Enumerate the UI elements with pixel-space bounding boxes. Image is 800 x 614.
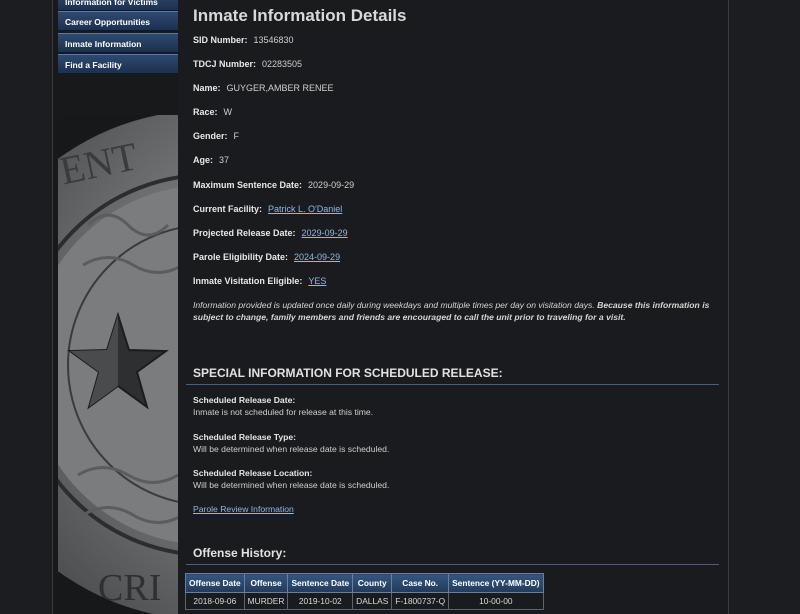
field-value: GUYGER,AMBER RENEE	[226, 83, 334, 93]
parole-eligibility-date-link[interactable]: 2024-09-29	[294, 252, 340, 262]
sid-number-field: SID Number: 13546830	[193, 35, 294, 45]
table-cell: DALLAS	[352, 592, 393, 610]
release-date-value: Inmate is not scheduled for release at t…	[193, 407, 374, 417]
column-header: Offense Date	[185, 573, 245, 593]
section-divider	[186, 564, 719, 565]
column-header: Sentence Date	[287, 573, 354, 593]
projected-release-date-field: Projected Release Date: 2029-09-29	[193, 228, 348, 238]
table-cell: 2018-09-06	[185, 592, 245, 610]
seal-text-bottom: CRI	[98, 567, 161, 609]
current-facility-link[interactable]: Patrick L. O'Daniel	[268, 204, 342, 214]
offense-history-table: Offense Date Offense Sentence Date Count…	[185, 573, 544, 610]
field-value: 02283505	[262, 59, 303, 69]
field-label: Maximum Sentence Date:	[193, 180, 303, 190]
page-title: Inmate Information Details	[193, 6, 407, 25]
field-value: 37	[219, 155, 230, 165]
table-cell: F-1800737-Q	[391, 592, 450, 610]
column-header: Case No.	[391, 573, 450, 593]
gender-field: Gender: F	[193, 131, 239, 141]
offense-history-title: Offense History:	[193, 546, 287, 560]
field-value: 13546830	[253, 35, 294, 45]
sidebar-item-victims[interactable]: Information for Victims	[58, 0, 178, 11]
table-cell: 2019-10-02	[287, 592, 354, 610]
projected-release-date-link[interactable]: 2029-09-29	[302, 228, 348, 238]
max-sentence-date-field: Maximum Sentence Date: 2029-09-29	[193, 180, 354, 190]
visitation-eligible-link[interactable]: YES	[308, 276, 326, 286]
left-gutter	[0, 0, 52, 614]
sidebar-item-careers[interactable]: Career Opportunities	[58, 11, 178, 31]
sidebar: Information for Victims Career Opportuni…	[53, 0, 178, 614]
field-label: Projected Release Date:	[193, 228, 296, 238]
parole-review-link[interactable]: Parole Review Information	[193, 504, 294, 514]
age-field: Age: 37	[193, 155, 229, 165]
field-label: TDCJ Number:	[193, 59, 257, 69]
field-label: Current Facility:	[193, 204, 263, 214]
race-field: Race: W	[193, 107, 232, 117]
main-content: Inmate Information Details SID Number: 13…	[178, 0, 728, 614]
field-label: Name:	[193, 83, 221, 93]
sidebar-item-inmate-information[interactable]: Inmate Information	[58, 33, 178, 53]
sidebar-item-find-facility[interactable]: Find a Facility	[58, 54, 178, 74]
table-row: 2018-09-06 MURDER 2019-10-02 DALLAS F-18…	[185, 592, 544, 610]
table-cell: 10-00-00	[448, 592, 544, 610]
name-field: Name: GUYGER,AMBER RENEE	[193, 83, 334, 93]
field-label: Age:	[193, 155, 213, 165]
field-label: Race:	[193, 107, 218, 117]
release-type-value: Will be determined when release date is …	[193, 444, 390, 454]
update-notice: Information provided is updated once dai…	[193, 299, 718, 323]
notice-text: Information provided is updated once dai…	[193, 300, 595, 310]
field-label: Parole Eligibility Date:	[193, 252, 289, 262]
release-type-label: Scheduled Release Type:	[193, 432, 297, 442]
right-gutter	[729, 0, 800, 614]
visitation-eligible-field: Inmate Visitation Eligible: YES	[193, 276, 326, 286]
table-header-row: Offense Date Offense Sentence Date Count…	[185, 573, 544, 593]
table-cell: MURDER	[243, 592, 289, 610]
agency-seal-image: ENT CRI	[58, 115, 178, 614]
tdcj-number-field: TDCJ Number: 02283505	[193, 59, 302, 69]
release-location-value: Will be determined when release date is …	[193, 480, 390, 490]
section-divider	[186, 384, 719, 385]
column-header: Offense	[243, 573, 289, 593]
field-value: F	[233, 131, 240, 141]
field-label: Gender:	[193, 131, 228, 141]
field-value: W	[223, 107, 233, 117]
current-facility-field: Current Facility: Patrick L. O'Daniel	[193, 204, 342, 214]
release-date-label: Scheduled Release Date:	[193, 395, 296, 405]
release-section-title: SPECIAL INFORMATION FOR SCHEDULED RELEAS…	[193, 366, 503, 380]
column-header: County	[352, 573, 393, 593]
release-location-label: Scheduled Release Location:	[193, 468, 313, 478]
column-header: Sentence (YY-MM-DD)	[448, 573, 544, 593]
field-label: Inmate Visitation Eligible:	[193, 276, 303, 286]
parole-eligibility-date-field: Parole Eligibility Date: 2024-09-29	[193, 252, 340, 262]
field-value: 2029-09-29	[308, 180, 355, 190]
field-label: SID Number:	[193, 35, 248, 45]
